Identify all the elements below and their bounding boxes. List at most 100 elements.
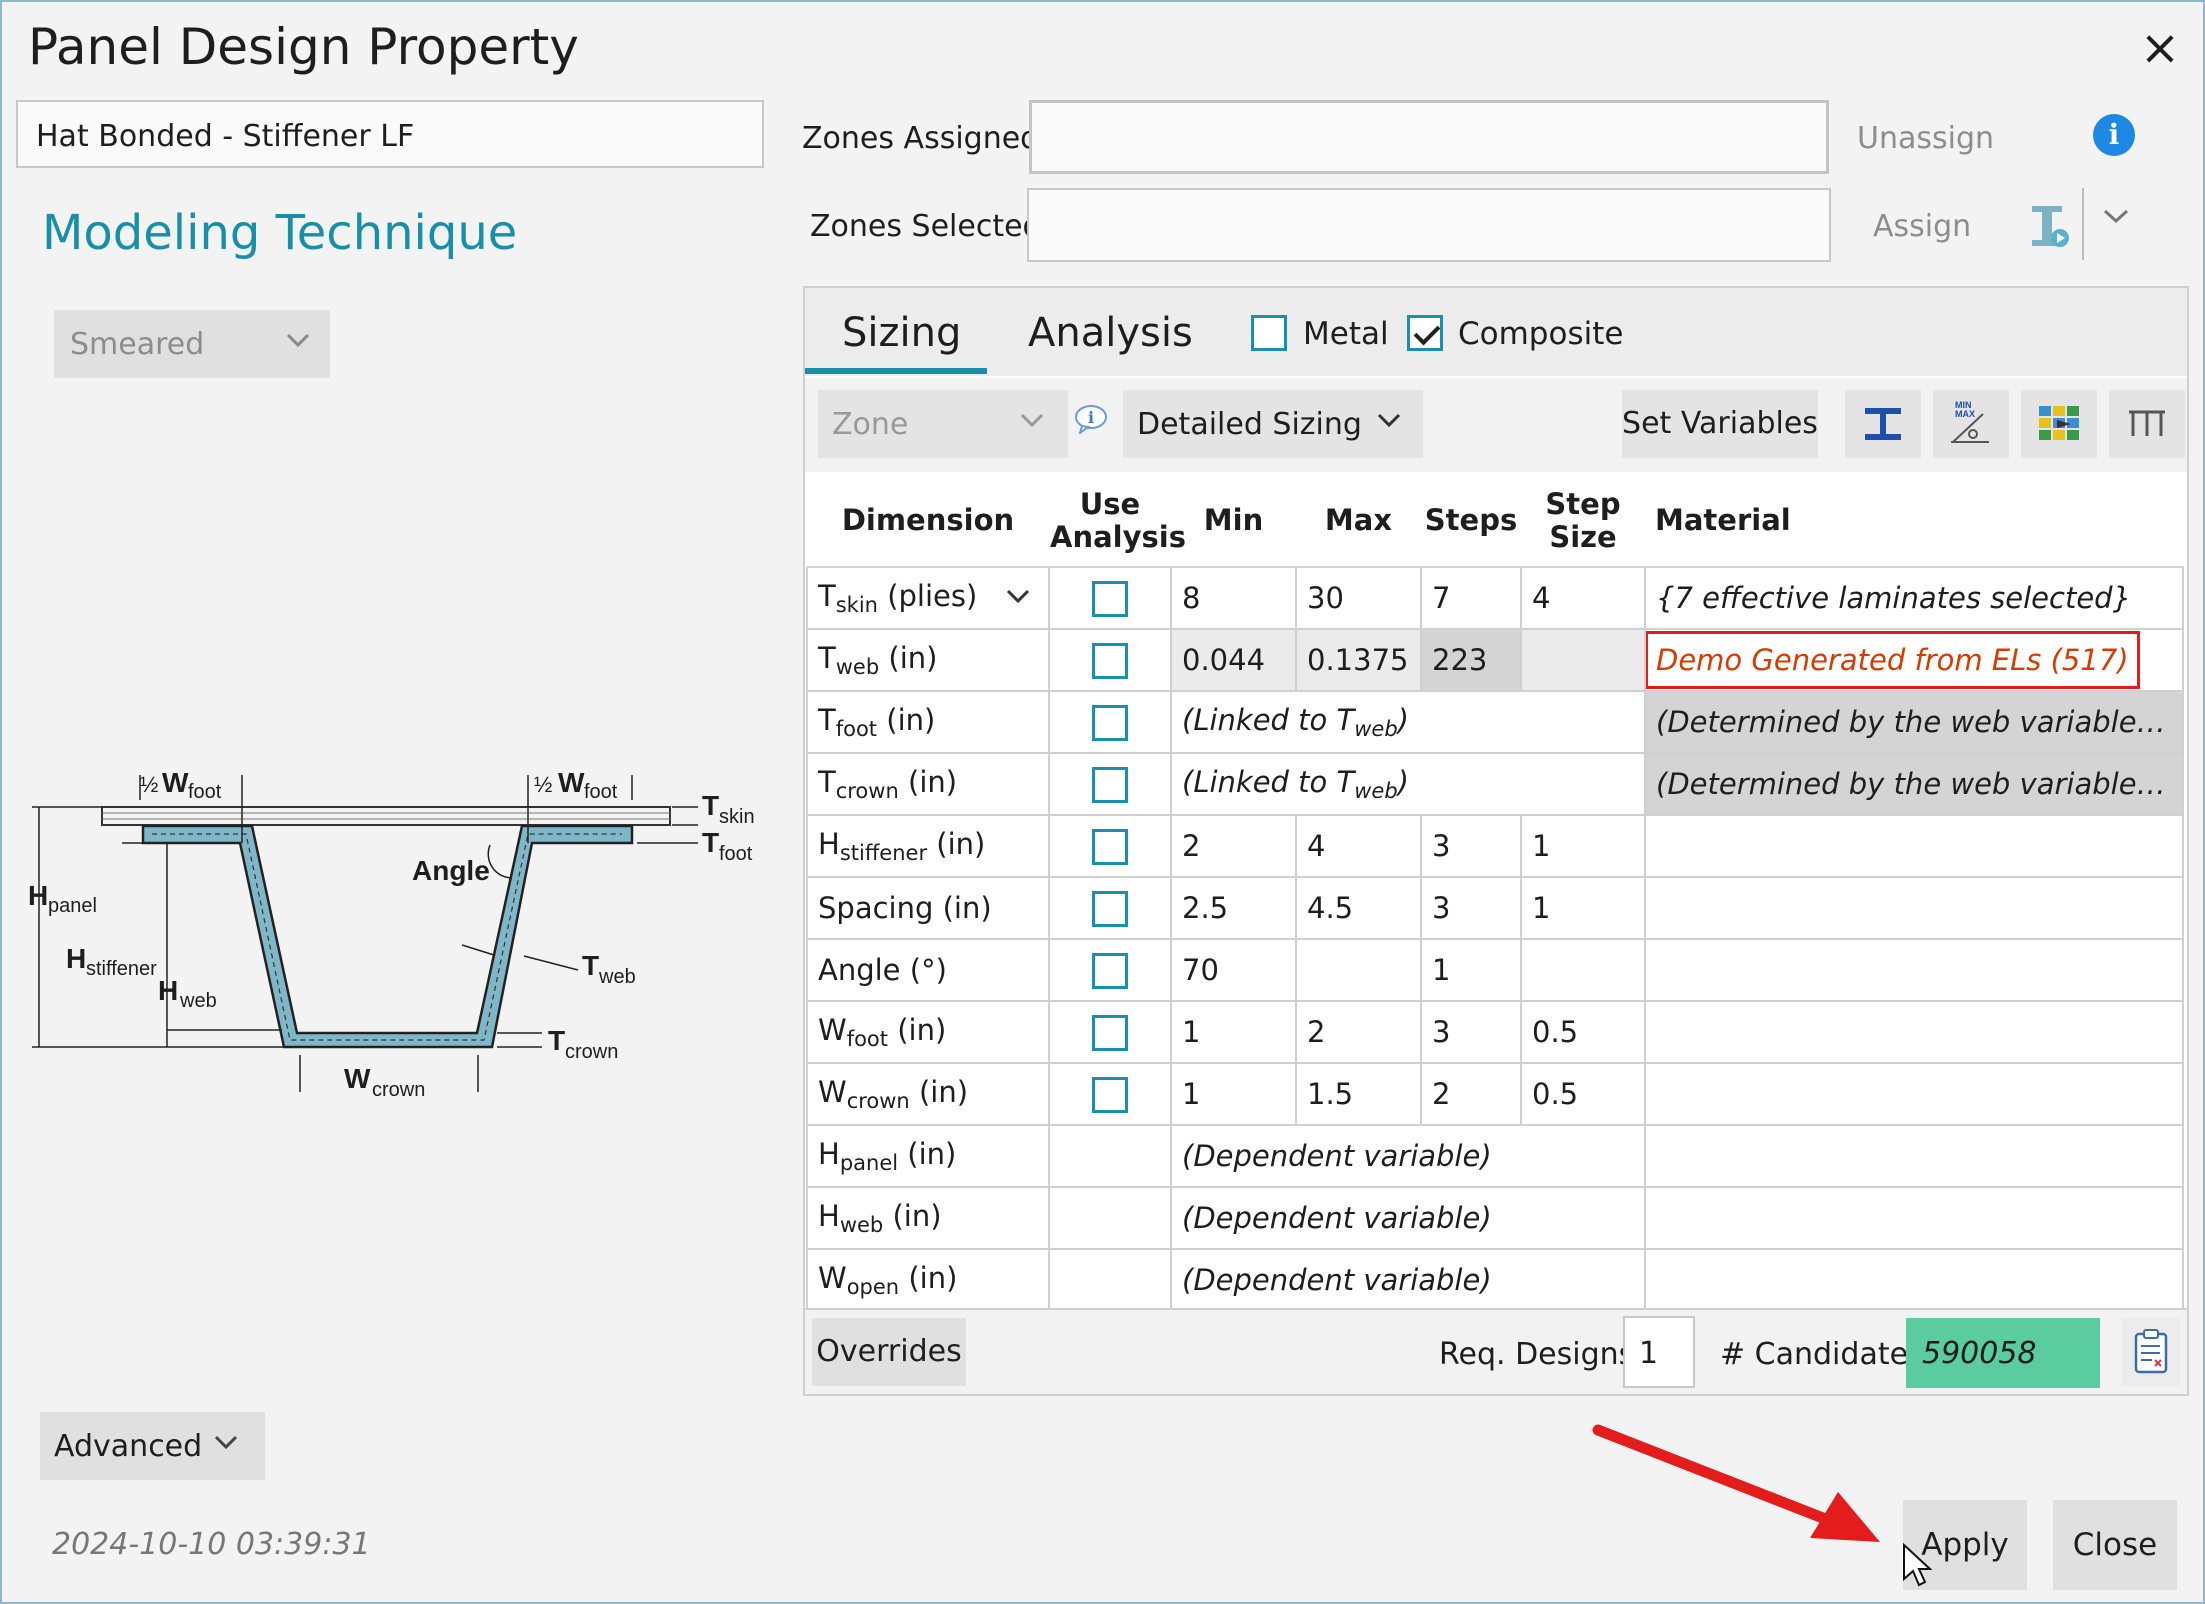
candidates-grid-icon[interactable] [2021,390,2097,458]
advanced-dropdown[interactable]: Advanced [40,1412,265,1480]
use-analysis-checkbox[interactable] [1092,704,1128,741]
steps-cell[interactable]: 2 [1420,1062,1522,1126]
info-icon[interactable]: i [2093,114,2135,156]
material-cell[interactable]: {7 effective laminates selected} [1644,566,2184,630]
min-cell[interactable]: 0.044 [1170,628,1297,692]
dimension-cell[interactable]: Hpanel (in) [806,1124,1050,1188]
overrides-button[interactable]: Overrides [812,1318,966,1386]
composite-checkbox[interactable] [1407,315,1443,351]
col-max[interactable]: Max [1296,476,1421,568]
zone-tool-icon[interactable] [2028,202,2072,250]
min-cell[interactable]: 1 [1170,1062,1297,1126]
zones-selected-label: Zones Selected: [810,209,1052,244]
col-min[interactable]: Min [1171,476,1296,568]
max-cell[interactable]: 1.5 [1295,1062,1422,1126]
tab-analysis[interactable]: Analysis [1028,310,1193,356]
steps-cell[interactable]: 3 [1420,1000,1522,1064]
step-size-cell[interactable]: 1 [1520,876,1646,940]
chevron-down-icon[interactable] [1005,579,1031,613]
divider [2082,188,2084,260]
use-analysis-checkbox[interactable] [1092,766,1128,803]
step-size-cell[interactable]: 4 [1520,566,1646,630]
col-use-analysis[interactable]: Use Analysis [1049,476,1186,568]
close-icon[interactable]: × [2132,20,2188,76]
info-tooltip-icon[interactable]: i [1074,404,1108,434]
use-analysis-checkbox[interactable] [1092,1014,1128,1051]
material-highlight: Demo Generated from ELs (517) [1647,631,2140,689]
step-size-cell[interactable]: 1 [1520,814,1646,878]
unassign-button[interactable]: Unassign [1857,121,1994,156]
dimension-cell[interactable]: Tfoot (in) [806,690,1050,754]
col-steps[interactable]: Steps [1421,476,1521,568]
step-size-cell[interactable]: 0.5 [1520,1062,1646,1126]
max-cell[interactable]: 0.1375 [1295,628,1422,692]
technique-dropdown[interactable]: Smeared [54,310,330,378]
material-cell[interactable]: Demo Generated from ELs (517) [1644,628,2184,692]
sizing-mode-dropdown[interactable]: Detailed Sizing [1123,390,1423,458]
use-analysis-checkbox[interactable] [1092,890,1128,927]
steps-cell[interactable]: 7 [1420,566,1522,630]
mouse-cursor-icon [1903,1543,1932,1587]
assign-button[interactable]: Assign [1873,209,1971,244]
dimension-cell[interactable]: Wcrown (in) [806,1062,1050,1126]
use-analysis-checkbox[interactable] [1092,1076,1128,1113]
steps-cell[interactable]: 3 [1420,814,1522,878]
use-analysis-checkbox[interactable] [1092,642,1128,679]
dimension-cell[interactable]: Wopen (in) [806,1248,1050,1312]
dimension-sub: web [839,1213,884,1237]
dimension-cell[interactable]: Tskin (plies) [806,566,1050,630]
max-cell[interactable]: 4 [1295,814,1422,878]
dimension-cell[interactable]: Hstiffener (in) [806,814,1050,878]
dimension-cell[interactable]: Wfoot (in) [806,1000,1050,1064]
set-variables-button[interactable]: Set Variables [1622,390,1818,458]
close-button[interactable]: Close [2053,1500,2177,1590]
zones-selected-field[interactable] [1027,188,1831,262]
columns-icon[interactable] [2109,390,2185,458]
dimension-cell[interactable]: Tcrown (in) [806,752,1050,816]
svg-text:½: ½ [140,772,158,797]
use-analysis-cell [1048,1062,1172,1126]
min-cell[interactable]: 70 [1170,938,1297,1002]
col-step-size[interactable]: Step Size [1521,476,1645,568]
min-cell[interactable]: 2.5 [1170,876,1297,940]
clipboard-icon[interactable] [2122,1318,2180,1386]
steps-cell[interactable]: 1 [1420,938,1522,1002]
dimension-cell[interactable]: Tweb (in) [806,628,1050,692]
dimension-cell[interactable]: Hweb (in) [806,1186,1050,1250]
svg-text:crown: crown [565,1041,618,1063]
tab-sizing[interactable]: Sizing [842,310,961,356]
use-analysis-checkbox[interactable] [1092,828,1128,865]
col-dimension[interactable]: Dimension [807,476,1049,568]
step-size-cell[interactable]: 0.5 [1520,1000,1646,1064]
zone-dropdown[interactable]: Zone [818,390,1068,458]
beam-icon[interactable] [1845,390,1921,458]
svg-text:H: H [28,880,48,911]
col-step-size-line1: Step [1545,486,1621,521]
col-material[interactable]: Material [1645,476,2183,568]
step-size-cell[interactable] [1520,628,1646,692]
use-analysis-cell [1048,938,1172,1002]
dimension-cell[interactable]: Spacing (in) [806,876,1050,940]
steps-cell[interactable]: 223 [1420,628,1522,692]
min-max-icon[interactable]: MIN MAX [1933,390,2009,458]
max-cell[interactable]: 4.5 [1295,876,1422,940]
max-cell[interactable]: 30 [1295,566,1422,630]
chevron-down-icon[interactable] [2100,200,2132,240]
steps-cell[interactable]: 3 [1420,876,1522,940]
use-analysis-checkbox[interactable] [1092,952,1128,989]
zones-assigned-field[interactable] [1029,100,1829,174]
max-cell[interactable]: 2 [1295,1000,1422,1064]
req-designs-input[interactable]: 1 [1623,1316,1695,1388]
min-cell[interactable]: 2 [1170,814,1297,878]
use-analysis-checkbox[interactable] [1092,580,1128,617]
use-analysis-cell [1048,1248,1172,1312]
material-cell [1644,1248,2184,1312]
panel-name-field[interactable]: Hat Bonded - Stiffener LF [16,100,764,168]
table-row: Wopen (in) (Dependent variable) [806,1248,2184,1312]
min-cell[interactable]: 1 [1170,1000,1297,1064]
max-cell[interactable] [1295,938,1422,1002]
min-cell[interactable]: 8 [1170,566,1297,630]
dimension-cell[interactable]: Angle (°) [806,938,1050,1002]
step-size-cell[interactable] [1520,938,1646,1002]
metal-checkbox[interactable] [1251,315,1287,351]
